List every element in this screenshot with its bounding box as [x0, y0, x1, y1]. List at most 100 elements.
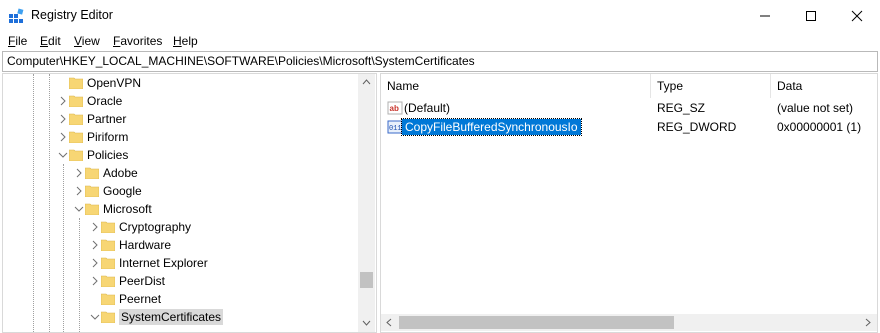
tree-vertical-scrollbar[interactable] [358, 74, 375, 332]
menu-view[interactable]: View [74, 34, 100, 48]
chevron-right-icon[interactable] [57, 95, 69, 107]
chevron-right-icon[interactable] [57, 113, 69, 125]
tree-guide-line [79, 218, 80, 332]
close-icon [851, 10, 863, 21]
value-row[interactable]: ab (Default) REG_SZ (value not set) [381, 99, 877, 117]
column-header-label: Type [657, 79, 684, 93]
scroll-thumb[interactable] [360, 272, 373, 288]
tree-item-hardware[interactable]: Hardware [89, 236, 171, 254]
column-header-data[interactable]: Data [771, 74, 877, 98]
tree-item-label: SystemCertificates [119, 309, 224, 325]
folder-icon [101, 239, 115, 251]
value-row[interactable]: 011 CopyFileBufferedSynchronousIo REG_DW… [381, 118, 877, 136]
title-bar: Registry Editor [0, 0, 880, 31]
tree-item-label: Policies [87, 148, 129, 162]
tree-guide-line [49, 74, 50, 332]
minimize-button[interactable] [742, 0, 788, 31]
tree-item-microsoft[interactable]: Microsoft [73, 200, 152, 218]
column-header-type[interactable]: Type [651, 74, 771, 98]
tree-item-label: OpenVPN [87, 76, 142, 90]
scroll-left-arrow-icon[interactable] [385, 318, 393, 327]
tree-item-label: Peernet [119, 292, 162, 306]
tree-item-label: Oracle [87, 94, 123, 108]
string-value-icon: ab [387, 101, 403, 115]
tree-item-label: Google [103, 184, 142, 198]
tree-item-label: Cryptography [119, 220, 192, 234]
scroll-thumb[interactable] [399, 316, 674, 329]
address-bar[interactable]: Computer\HKEY_LOCAL_MACHINE\SOFTWARE\Pol… [2, 51, 878, 72]
folder-icon [101, 293, 115, 305]
minimize-icon [760, 15, 770, 16]
scroll-down-arrow-icon[interactable] [362, 319, 371, 327]
chevron-right-icon[interactable] [57, 77, 69, 89]
maximize-icon [806, 10, 816, 21]
chevron-right-icon[interactable] [73, 185, 85, 197]
chevron-right-icon[interactable] [89, 239, 101, 251]
tree-item-cryptography[interactable]: Cryptography [89, 218, 191, 236]
menu-favorites[interactable]: Favorites [113, 34, 162, 48]
tree-item-oracle[interactable]: Oracle [57, 92, 122, 110]
folder-icon [101, 257, 115, 269]
value-name: (Default) [404, 101, 451, 115]
address-path[interactable]: Computer\HKEY_LOCAL_MACHINE\SOFTWARE\Pol… [7, 54, 475, 68]
folder-icon [69, 113, 83, 125]
tree-guide-line [63, 164, 64, 332]
folder-icon [101, 275, 115, 287]
tree-item-label: Microsoft [103, 202, 152, 216]
value-data: (value not set) [777, 101, 854, 115]
tree-item-systemcertificates[interactable]: SystemCertificates [89, 308, 224, 326]
folder-icon [101, 221, 115, 233]
tree-item-openvpn[interactable]: OpenVPN [57, 74, 141, 92]
chevron-right-icon[interactable] [57, 131, 69, 143]
value-type: REG_DWORD [657, 120, 737, 134]
tree-item-policies[interactable]: Policies [57, 146, 128, 164]
value-name[interactable]: CopyFileBufferedSynchronousIo [401, 118, 582, 136]
tree-item-label: Partner [87, 112, 127, 126]
tree-pane[interactable]: OpenVPN Oracle Partner Piriform Policies… [2, 73, 377, 333]
chevron-down-icon[interactable] [73, 203, 85, 215]
tree-item-google[interactable]: Google [73, 182, 142, 200]
folder-icon [69, 131, 83, 143]
tree-item-adobe[interactable]: Adobe [73, 164, 138, 182]
tree-item-internet-explorer[interactable]: Internet Explorer [89, 254, 208, 272]
column-header-name[interactable]: Name [381, 74, 651, 98]
menu-help[interactable]: Help [173, 34, 198, 48]
values-pane[interactable]: Name Type Data ab (Default) REG_SZ (valu… [380, 73, 878, 333]
svg-text:ab: ab [390, 104, 399, 113]
chevron-down-icon[interactable] [89, 311, 101, 323]
chevron-down-icon[interactable] [57, 149, 69, 161]
chevron-right-icon[interactable] [73, 167, 85, 179]
column-header-label: Data [777, 79, 803, 93]
folder-icon [85, 185, 99, 197]
folder-icon [85, 167, 99, 179]
folder-open-icon [85, 203, 99, 215]
tree-item-label: Hardware [119, 238, 172, 252]
tree-guide-line [33, 74, 34, 332]
close-button[interactable] [834, 0, 880, 31]
tree-item-label: Piriform [87, 130, 129, 144]
folder-icon [69, 77, 83, 89]
tree-item-label: Internet Explorer [119, 256, 208, 270]
value-type: REG_SZ [657, 101, 706, 115]
chevron-right-icon[interactable] [89, 275, 101, 287]
values-horizontal-scrollbar[interactable] [381, 314, 877, 331]
maximize-button[interactable] [788, 0, 834, 31]
scroll-right-arrow-icon[interactable] [864, 318, 872, 327]
chevron-right-icon[interactable] [89, 221, 101, 233]
folder-open-icon [101, 311, 115, 323]
menu-file[interactable]: File [8, 34, 27, 48]
menu-bar: File Edit View Favorites Help [0, 31, 880, 51]
menu-edit[interactable]: Edit [40, 34, 61, 48]
chevron-right-icon[interactable] [89, 257, 101, 269]
registry-editor-icon [9, 8, 24, 23]
tree-item-label: Adobe [103, 166, 138, 180]
tree-item-partner[interactable]: Partner [57, 110, 126, 128]
tree-item-piriform[interactable]: Piriform [57, 128, 128, 146]
dword-value-icon: 011 [387, 120, 403, 134]
tree-item-peerdist[interactable]: PeerDist [89, 272, 165, 290]
scroll-up-arrow-icon[interactable] [362, 78, 371, 86]
folder-open-icon [69, 149, 83, 161]
tree-item-peernet[interactable]: Peernet [89, 290, 161, 308]
folder-icon [69, 95, 83, 107]
